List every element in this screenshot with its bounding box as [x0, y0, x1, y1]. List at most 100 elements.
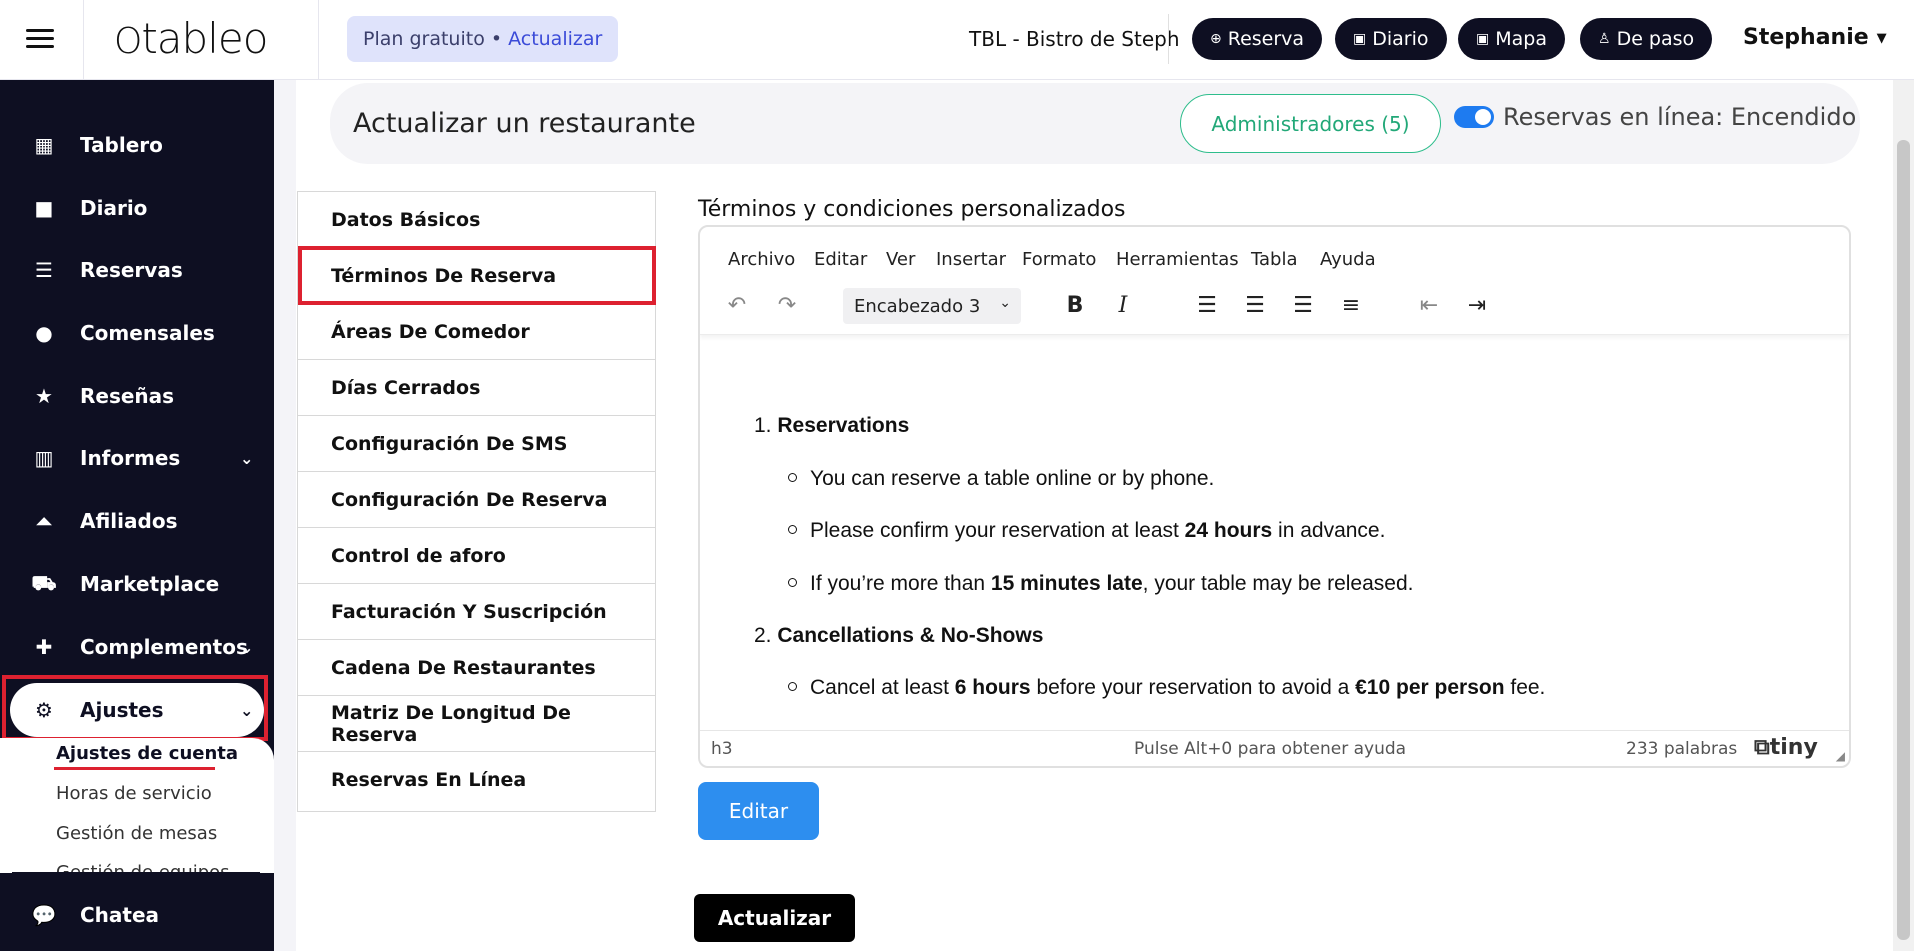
item-text: Cancel at least [810, 676, 955, 699]
button-label: Mapa [1495, 28, 1547, 50]
sidebar-item-diary[interactable]: ■ Diario [0, 181, 274, 235]
walking-icon: ♙ [1598, 31, 1611, 47]
settings-item-capacity-control[interactable]: Control de aforo [298, 528, 655, 584]
edit-button[interactable]: Editar [698, 782, 819, 840]
sidebar-item-label: Diario [80, 196, 148, 220]
item-text: fee. [1504, 676, 1546, 699]
bullet-icon [788, 525, 797, 534]
sidebar-item-reviews[interactable]: ★ Reseñas [0, 369, 274, 423]
item-text: If you’re more than [810, 572, 991, 595]
submenu-item-service-hours[interactable]: Horas de servicio [56, 783, 212, 804]
sidebar-item-label: Tablero [80, 133, 163, 157]
item-text: Please confirm your reservation at least [810, 519, 1185, 542]
dashboard-icon: ▦ [34, 133, 54, 157]
item-text-bold: 6 hours [954, 676, 1031, 699]
tiny-logo[interactable]: ⧉tiny [1754, 735, 1818, 760]
walk-in-button[interactable]: ♙ De paso [1580, 18, 1713, 60]
sidebar-item-label: Afiliados [80, 509, 178, 533]
upgrade-link[interactable]: Actualizar [508, 28, 602, 50]
submenu-item-account-settings[interactable]: Ajustes de cuenta [56, 743, 238, 764]
section-title: Términos y condiciones personalizados [698, 197, 1126, 222]
divider [318, 0, 319, 80]
menu-file[interactable]: Archivo [728, 249, 795, 270]
align-left-icon[interactable]: ☰ [1192, 290, 1222, 320]
item-text: before your reservation to avoid a [1030, 676, 1356, 699]
hamburger-menu-icon[interactable] [26, 29, 54, 51]
heading-text: Reservations [777, 414, 910, 437]
sidebar-item-addons[interactable]: ✚ Complementos ⌄ [0, 620, 274, 674]
button-label: De paso [1616, 28, 1695, 50]
sidebar-item-reports[interactable]: ▥ Informes ⌄ [0, 431, 274, 485]
list-item: Cancel at least 6 hours before your rese… [788, 676, 1546, 700]
app-logo[interactable]: Otableo [114, 14, 268, 63]
chevron-down-icon: ▼ [1876, 30, 1887, 46]
indent-icon[interactable]: ⇥ [1462, 290, 1492, 320]
word-count[interactable]: 233 palabras [1626, 739, 1737, 759]
item-text: You can reserve a table online or by pho… [810, 467, 1215, 490]
update-button[interactable]: Actualizar [694, 894, 855, 942]
sidebar-item-guests[interactable]: ● Comensales [0, 306, 274, 360]
submenu-item-table-management[interactable]: Gestión de mesas [56, 823, 217, 844]
bold-icon[interactable]: B [1060, 290, 1090, 320]
settings-item-basic-data[interactable]: Datos Básicos [298, 192, 655, 248]
align-center-icon[interactable]: ☰ [1240, 290, 1270, 320]
map-button[interactable]: ▣ Mapa [1458, 18, 1565, 60]
block-format-value: Encabezado 3 [854, 295, 981, 317]
divider [1168, 14, 1169, 64]
settings-item-billing[interactable]: Facturación Y Suscripción [298, 584, 655, 640]
sidebar-item-label: Marketplace [80, 572, 220, 596]
bullet-icon [788, 682, 797, 691]
sidebar-item-reservations[interactable]: ☰ Reservas [0, 243, 274, 297]
list-icon: ☰ [35, 258, 53, 282]
block-format-select[interactable]: Encabezado 3 ⌄ [843, 288, 1021, 324]
sidebar-item-chat[interactable]: 💬 Chatea [0, 888, 274, 942]
restaurant-name: TBL - Bistro de Steph [969, 27, 1180, 51]
plan-badge[interactable]: Plan gratuito • Actualizar [347, 16, 619, 62]
align-justify-icon[interactable]: ≡ [1336, 290, 1366, 320]
highlight-box [298, 246, 656, 305]
align-right-icon[interactable]: ☰ [1288, 290, 1318, 320]
item-text: , your table may be released. [1142, 572, 1414, 595]
settings-item-online-bookings[interactable]: Reservas En Línea [298, 752, 655, 808]
scrollbar-thumb[interactable] [1897, 140, 1910, 940]
menu-help[interactable]: Ayuda [1320, 249, 1376, 270]
item-text-bold: 15 minutes late [990, 572, 1143, 595]
settings-item-sms-settings[interactable]: Configuración De SMS [298, 416, 655, 472]
sidebar-item-label: Informes [80, 446, 181, 470]
bullet-icon [788, 578, 797, 587]
menu-edit[interactable]: Editar [814, 249, 867, 270]
element-path[interactable]: h3 [711, 739, 733, 759]
chevron-down-icon: ⌄ [999, 295, 1011, 311]
user-menu[interactable]: Stephanie ▼ [1743, 25, 1887, 50]
resize-handle-icon[interactable]: ◢ [1836, 749, 1845, 763]
italic-icon[interactable]: I [1108, 290, 1138, 320]
settings-item-restaurant-chain[interactable]: Cadena De Restaurantes [298, 640, 655, 696]
sidebar-item-dashboard[interactable]: ▦ Tablero [0, 118, 274, 172]
outdent-icon[interactable]: ⇤ [1414, 290, 1444, 320]
sidebar-item-affiliates[interactable]: ⏶ Afiliados [0, 494, 274, 548]
button-label: Reserva [1227, 28, 1305, 50]
settings-item-booking-length-matrix[interactable]: Matriz De Longitud De Reserva [298, 696, 655, 752]
plan-label: Plan gratuito • [363, 28, 503, 50]
online-reservations-label: Reservas en línea: Encendido [1503, 103, 1857, 131]
administrators-button[interactable]: Administradores (5) [1180, 94, 1441, 153]
editor-statusbar: h3 Pulse Alt+0 para obtener ayuda 233 pa… [700, 730, 1849, 766]
menu-view[interactable]: Ver [886, 249, 915, 270]
sidebar-item-marketplace[interactable]: ⛟ Marketplace [0, 557, 274, 611]
settings-item-closed-days[interactable]: Días Cerrados [298, 360, 655, 416]
menu-insert[interactable]: Insertar [936, 249, 1006, 270]
online-reservations-toggle[interactable] [1454, 106, 1494, 128]
menu-format[interactable]: Formato [1022, 249, 1096, 270]
calendar-icon: ▣ [1353, 31, 1367, 47]
help-hint: Pulse Alt+0 para obtener ayuda [1134, 739, 1407, 759]
settings-item-booking-settings[interactable]: Configuración De Reserva [298, 472, 655, 528]
editor-content[interactable]: 1. Reservations You can reserve a table … [700, 337, 1849, 721]
settings-item-dining-areas[interactable]: Áreas De Comedor [298, 304, 655, 360]
menu-tools[interactable]: Herramientas [1116, 249, 1239, 270]
redo-icon[interactable]: ↷ [772, 290, 802, 320]
menu-table[interactable]: Tabla [1251, 249, 1298, 270]
diary-button[interactable]: ▣ Diario [1335, 18, 1447, 60]
undo-icon[interactable]: ↶ [722, 290, 752, 320]
new-reservation-button[interactable]: ⊕ Reserva [1192, 18, 1323, 60]
page-scrollbar[interactable] [1893, 80, 1914, 951]
